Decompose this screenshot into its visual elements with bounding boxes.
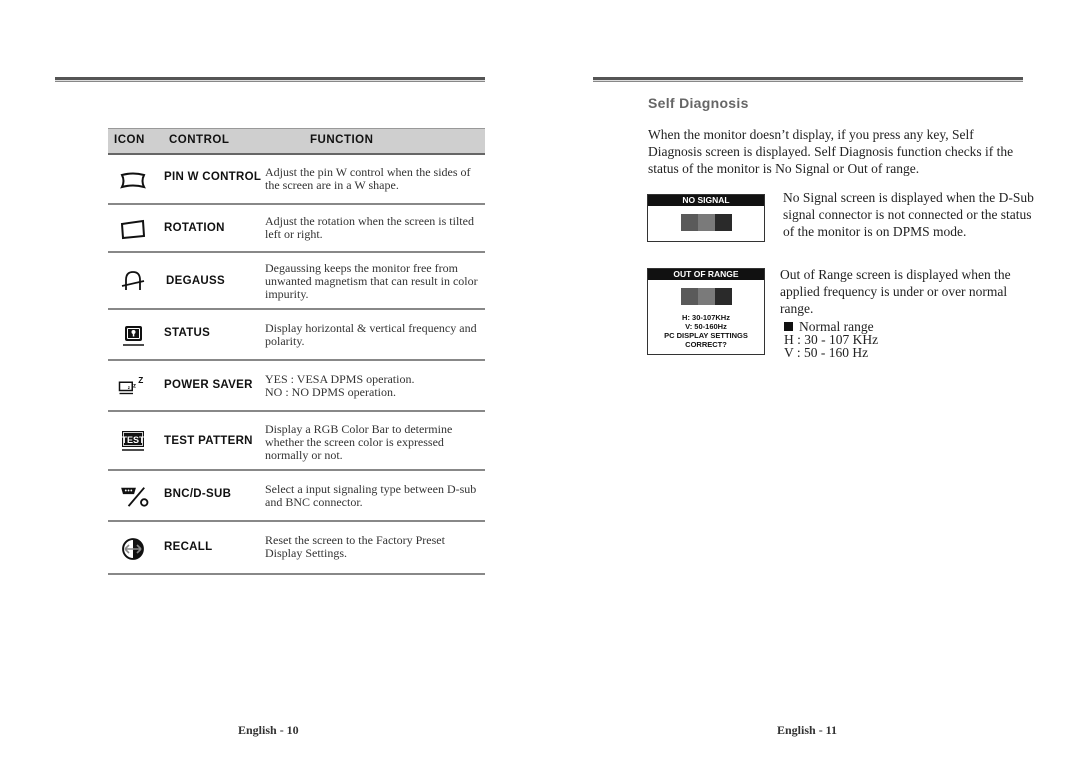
status-icon	[123, 326, 144, 346]
table-row: DEGAUSS Degaussing keeps the monitor fre…	[108, 253, 485, 310]
control-label: ROTATION	[164, 222, 225, 234]
header-control: CONTROL	[169, 134, 230, 146]
table-row: ROTATION Adjust the rotation when the sc…	[108, 205, 485, 253]
top-rule-left	[55, 77, 485, 82]
rotation-icon	[120, 219, 146, 240]
test-pattern-icon: TEST	[121, 431, 145, 451]
header-function: FUNCTION	[310, 134, 374, 146]
control-label: DEGAUSS	[166, 275, 225, 287]
degauss-icon	[121, 271, 145, 290]
pin-w-icon	[120, 172, 146, 189]
function-text: Display a RGB Color Bar to determine whe…	[265, 422, 453, 462]
h-frequency: H: 30-107KHz	[682, 313, 730, 322]
section-title: Self Diagnosis	[648, 95, 749, 111]
bnc-dsub-icon	[121, 487, 149, 507]
swatch	[680, 288, 698, 305]
swatch	[714, 288, 732, 305]
function-text: Reset the screen to the Factory Preset D…	[265, 533, 445, 560]
out-of-range-screen: OUT OF RANGE H: 30-107KHz V: 50-160Hz PC…	[647, 268, 765, 355]
swatch	[697, 288, 715, 305]
color-swatches	[648, 288, 764, 305]
table-row: TEST TEST PATTERN Display a RGB Color Ba…	[108, 412, 485, 471]
square-bullet-icon	[784, 322, 793, 331]
svg-text:z: z	[133, 384, 136, 390]
svg-text:Z: Z	[138, 376, 143, 385]
function-line: NO : NO DPMS operation.	[265, 385, 396, 399]
controls-table: ICON CONTROL FUNCTION PIN W CONTROL Adju…	[108, 128, 485, 575]
table-row: RECALL Reset the screen to the Factory P…	[108, 522, 485, 575]
control-label: RECALL	[164, 541, 213, 553]
control-label: PIN W CONTROL	[164, 171, 262, 183]
out-of-range-description: Out of Range screen is displayed when th…	[780, 267, 1011, 316]
table-row: z z Z POWER SAVER YES : VESA DPMS operat…	[108, 361, 485, 412]
svg-text:TEST: TEST	[121, 435, 145, 445]
header-icon: ICON	[114, 134, 145, 146]
screen-info: H: 30-107KHz V: 50-160Hz PC DISPLAY SETT…	[648, 313, 764, 349]
svg-text:z: z	[128, 385, 131, 390]
function-text: Select a input signaling type between D-…	[265, 482, 477, 509]
table-row: STATUS Display horizontal & vertical fre…	[108, 310, 485, 361]
color-swatches	[648, 214, 764, 231]
power-saver-icon: z z Z	[118, 376, 143, 395]
table-row: PIN W CONTROL Adjust the pin W control w…	[108, 155, 485, 205]
table-row: BNC/D-SUB Select a input signaling type …	[108, 471, 485, 522]
recall-icon	[122, 538, 144, 560]
control-label: POWER SAVER	[164, 379, 253, 391]
page-number-right: English - 11	[777, 723, 838, 737]
control-label: BNC/D-SUB	[164, 488, 232, 500]
control-label: STATUS	[164, 327, 211, 339]
swatch	[680, 214, 698, 231]
control-label: TEST PATTERN	[164, 435, 253, 447]
function-text: Degaussing keeps the monitor free from u…	[265, 261, 478, 301]
swatch	[697, 214, 715, 231]
no-signal-title: NO SIGNAL	[648, 195, 764, 206]
v-frequency: V: 50-160Hz	[685, 322, 727, 331]
function-text: Adjust the rotation when the screen is t…	[265, 214, 474, 241]
swatch	[714, 214, 732, 231]
function-text: Display horizontal & vertical frequency …	[265, 321, 477, 348]
settings-prompt: PC DISPLAY SETTINGS	[664, 331, 748, 340]
table-header: ICON CONTROL FUNCTION	[108, 128, 485, 155]
function-text: YES : VESA DPMS operation. NO : NO DPMS …	[265, 373, 480, 399]
normal-range-v: V : 50 - 160 Hz	[784, 345, 869, 360]
function-text: Adjust the pin W control when the sides …	[265, 165, 471, 192]
normal-range: Normal range H : 30 - 107 KHz V : 50 - 1…	[784, 320, 878, 359]
out-of-range-title: OUT OF RANGE	[648, 269, 764, 280]
no-signal-screen: NO SIGNAL	[647, 194, 765, 242]
intro-paragraph: When the monitor doesn’t display, if you…	[648, 127, 1014, 176]
page-number-left: English - 10	[238, 723, 299, 737]
no-signal-description: No Signal screen is displayed when the D…	[783, 190, 1034, 239]
settings-prompt-cont: CORRECT?	[685, 340, 727, 349]
top-rule-right	[593, 77, 1023, 82]
